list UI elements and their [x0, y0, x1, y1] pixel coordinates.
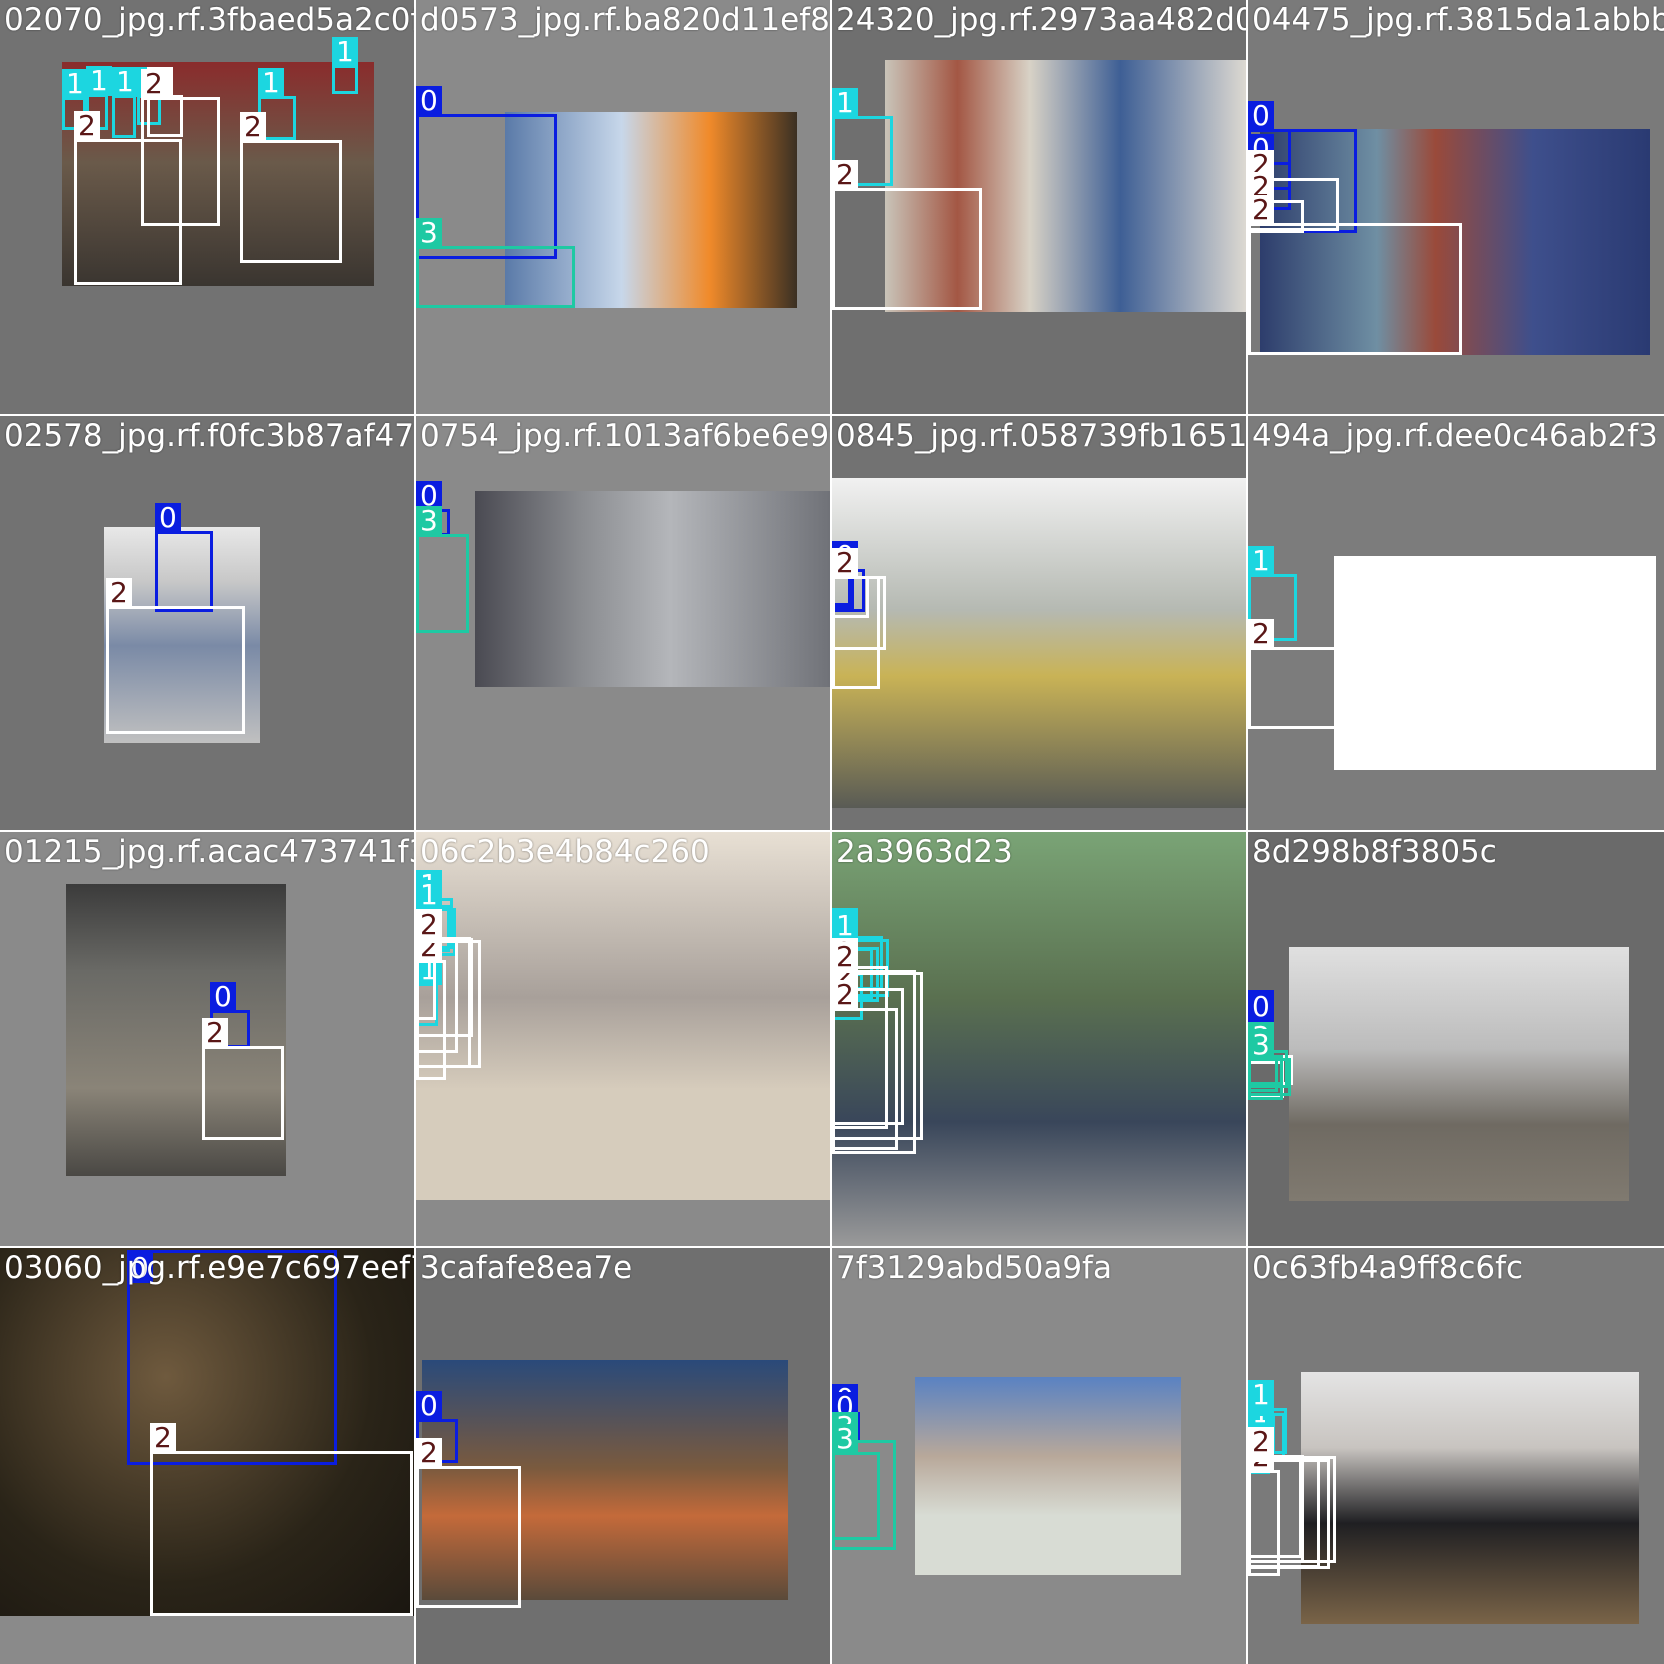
tile-title: 03060_jpg.rf.e9e7c697eef71 [4, 1250, 414, 1286]
detection-box: 2 [1248, 1427, 1304, 1563]
tile: 0845_jpg.rf.058739fb1651 000222 [832, 416, 1246, 830]
class-label: 2 [832, 548, 858, 578]
class-label: 2 [240, 112, 266, 142]
class-label: 2 [74, 111, 100, 141]
tile: 7f3129abd50a9fa 0033 [832, 1248, 1246, 1664]
class-label: 2 [832, 942, 858, 972]
class-label: 0 [155, 503, 181, 533]
tile: 8d298b8f3805c 00000002233333 [1248, 832, 1664, 1246]
tile-title: 0754_jpg.rf.1013af6be6e9f8 [420, 418, 830, 454]
class-label: 3 [416, 506, 442, 536]
tile-photo [832, 478, 1246, 808]
detection-box: 2 [416, 910, 458, 1053]
detection-box: 3 [832, 1424, 880, 1540]
tile-title: 0c63fb4a9ff8c6fc [1252, 1250, 1524, 1286]
tile-photo [1334, 556, 1656, 770]
detection-box: 2 [240, 112, 342, 263]
tile: 02070_jpg.rf.3fbaed5a2c0f0bbd057a21b9fa3… [0, 0, 414, 414]
class-label: 3 [416, 218, 442, 248]
tile: 24320_jpg.rf.2973aa482d0a59 1 2 [832, 0, 1246, 414]
tile-photo [1301, 1372, 1639, 1624]
class-label: 0 [1248, 992, 1274, 1022]
detection-box: 2 [1248, 195, 1462, 355]
tile: 01215_jpg.rf.acac473741f38 0 2 [0, 832, 414, 1246]
class-label: 2 [1248, 619, 1274, 649]
class-label: 3 [1248, 1030, 1274, 1060]
detection-box: 2 [832, 548, 869, 618]
class-label: 1 [112, 67, 138, 97]
detection-box: 2 [832, 160, 982, 310]
class-label: 0 [210, 982, 236, 1012]
class-label: 2 [416, 910, 442, 940]
detection-box: 2 [416, 1438, 521, 1608]
class-label: 0 [1248, 101, 1274, 131]
detection-box: 2 [150, 1423, 413, 1616]
tile: 494a_jpg.rf.dee0c46ab2f3 1 2 [1248, 416, 1664, 830]
tile: 2a3963d23 1111122222 [832, 832, 1246, 1246]
class-label: 2 [1248, 1427, 1274, 1457]
tile-title: 0845_jpg.rf.058739fb1651 [836, 418, 1246, 454]
class-label: 2 [416, 1438, 442, 1468]
detection-box: 0 [155, 503, 213, 612]
tile-photo [475, 491, 830, 687]
tile: 0c63fb4a9ff8c6fc 11111111222222 [1248, 1248, 1664, 1664]
detection-box: 2 [141, 69, 220, 226]
class-label: 3 [832, 1424, 858, 1454]
class-label: 1 [416, 880, 442, 910]
tile-title: 06c2b3e4b84c260 [420, 834, 710, 870]
tile-title: 02070_jpg.rf.3fbaed5a2c0f0bbd057a21b9fa3… [4, 2, 414, 38]
tile: 02578_jpg.rf.f0fc3b87af471e 0 2 [0, 416, 414, 830]
tile-title: 01215_jpg.rf.acac473741f38 [4, 834, 414, 870]
class-label: 1 [62, 69, 88, 99]
tile-title: 04475_jpg.rf.3815da1abbbe [1252, 2, 1664, 38]
tile-title: 494a_jpg.rf.dee0c46ab2f3 [1252, 418, 1658, 454]
tile-photo [915, 1377, 1181, 1575]
class-label: 1 [258, 68, 284, 98]
class-label: 0 [416, 1391, 442, 1421]
class-label: 1 [86, 66, 112, 96]
mosaic-grid: 02070_jpg.rf.3fbaed5a2c0f0bbd057a21b9fa3… [0, 0, 1664, 1664]
class-label: 2 [832, 980, 858, 1010]
tile-photo [1289, 947, 1629, 1201]
class-label: 1 [832, 88, 858, 118]
tile-title: 2a3963d23 [836, 834, 1013, 870]
class-label: 2 [150, 1423, 176, 1453]
tile: 03060_jpg.rf.e9e7c697eef71 02 [0, 1248, 414, 1664]
detection-box: 2 [1248, 619, 1380, 729]
class-label: 1 [1248, 546, 1274, 576]
detection-box: 1 [112, 67, 138, 138]
detection-box: 2 [106, 578, 245, 734]
class-label: 1 [332, 37, 358, 67]
tile-title: 8d298b8f3805c [1252, 834, 1497, 870]
tile: 04475_jpg.rf.3815da1abbbe 000222 [1248, 0, 1664, 414]
detection-box: 1 [332, 37, 358, 94]
tile: 06c2b3e4b84c260 111111222222 [416, 832, 830, 1246]
tile: d0573_jpg.rf.ba820d11ef812c 0 3 [416, 0, 830, 414]
class-label: 2 [141, 69, 167, 99]
detection-box: 3 [416, 506, 469, 633]
class-label: 2 [832, 160, 858, 190]
class-label: 0 [416, 86, 442, 116]
detection-box: 3 [416, 218, 575, 308]
class-label: 2 [1248, 195, 1274, 225]
class-label: 1 [1248, 1380, 1274, 1410]
class-label: 2 [202, 1018, 228, 1048]
tile-title: 3cafafe8ea7e [420, 1250, 633, 1286]
class-label: 2 [106, 578, 132, 608]
tile-title: 02578_jpg.rf.f0fc3b87af471e [4, 418, 414, 454]
tile-title: d0573_jpg.rf.ba820d11ef812c [420, 2, 830, 38]
tile: 3cafafe8ea7e 0 2 [416, 1248, 830, 1664]
tile-title: 24320_jpg.rf.2973aa482d0a59 [836, 2, 1246, 38]
detection-box: 2 [202, 1018, 284, 1140]
tile: 0754_jpg.rf.1013af6be6e9f8 03 [416, 416, 830, 830]
detection-box: 2 [832, 980, 898, 1150]
tile-title: 7f3129abd50a9fa [836, 1250, 1112, 1286]
detection-box: 3 [1248, 1030, 1291, 1096]
